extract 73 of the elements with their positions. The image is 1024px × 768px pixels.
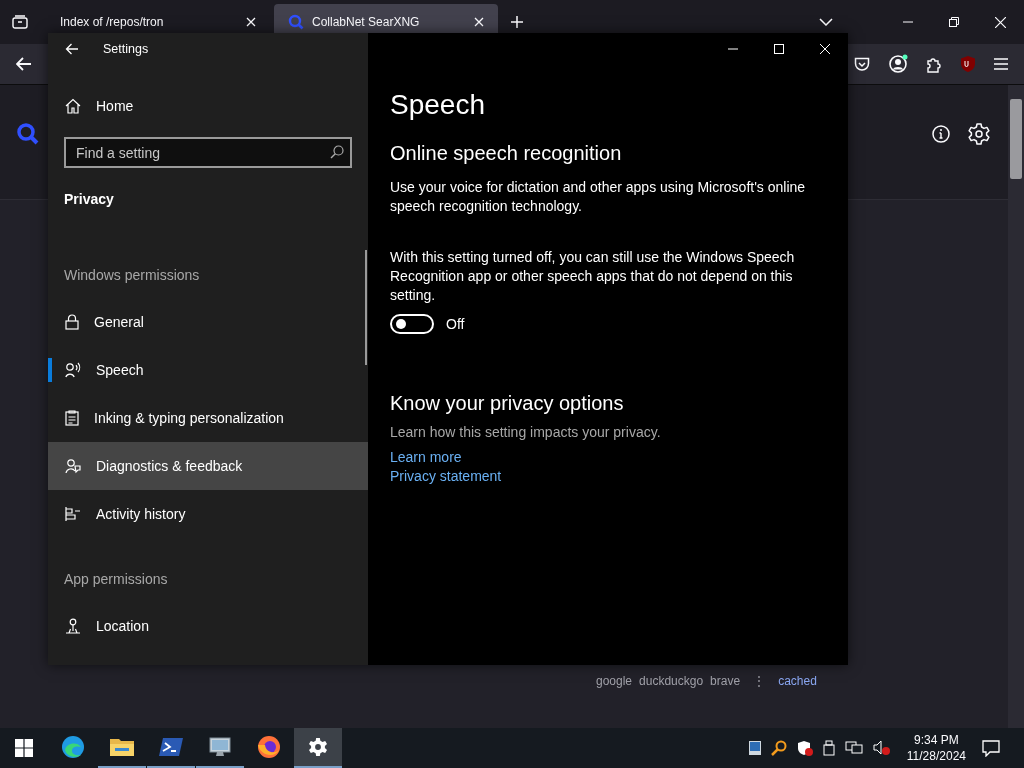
nav-item[interactable]: Speech [48,346,368,394]
description-text: Use your voice for dictation and other apps using Microsoft's online speech recognition technology. [390,178,807,216]
computer-icon [208,736,232,758]
back-arrow-icon[interactable] [65,43,79,55]
engine-label: google [596,674,633,688]
clipboard-icon [65,410,79,426]
nav-item[interactable]: Inking & typing personalization [48,394,368,442]
scrollbar[interactable] [1008,85,1024,728]
close-icon[interactable] [246,17,256,27]
network-icon[interactable] [844,741,863,755]
page-title: Speech [390,88,486,122]
terminal-icon [159,737,183,757]
nav-item[interactable]: General [48,298,368,346]
privacy-link[interactable]: Privacy statement [390,467,502,486]
cached-link[interactable]: cached [778,674,817,688]
start-icon[interactable] [15,739,33,757]
pocket-icon[interactable] [854,56,870,72]
search-icon [288,14,304,30]
clock-time[interactable]: 9:34 PM [914,732,959,748]
folder-icon [110,737,134,757]
shield-icon[interactable] [796,740,813,756]
taskbar-app[interactable] [294,728,342,768]
feedback-icon [65,458,81,474]
close-icon[interactable] [995,16,1006,28]
tab-list-icon[interactable] [12,15,28,29]
notification-icon[interactable] [982,739,1000,757]
usb-drive-icon[interactable] [822,740,835,756]
nav-item[interactable]: Diagnostics & feedback [48,442,368,490]
menu-icon[interactable] [994,58,1008,70]
location-icon [65,618,81,634]
browser-tab[interactable]: Index of /repos/tron [46,4,270,40]
puzzle-icon[interactable] [926,55,942,73]
group-header: App permissions [63,570,169,589]
description-text: With this setting turned off, you can still use the Windows Speech Recognition app or other speech apps that do not depend on this setting. [390,248,796,305]
lock-icon [65,314,79,330]
back-arrow-icon[interactable] [16,57,32,71]
speech-icon [65,362,81,378]
window-icon[interactable] [748,741,761,755]
close-icon[interactable] [820,44,830,54]
section-heading: Know your privacy options [390,391,625,416]
home-icon [65,98,81,114]
info-icon[interactable] [932,125,950,143]
timeline-icon [65,506,81,522]
restore-icon[interactable] [949,17,959,27]
search-icon[interactable] [770,740,787,756]
description-text: Learn how this setting impacts your privacy. [390,423,662,442]
section-heading: Online speech recognition [390,141,623,166]
maximize-icon[interactable] [774,44,784,54]
settings-icon [308,737,328,757]
search-field[interactable]: Find a setting [64,137,352,168]
group-header: Windows permissions [63,266,201,285]
more-text: ⋮ [753,674,766,688]
section-title: Privacy [63,190,115,209]
home-nav-item[interactable]: Home [48,82,368,130]
search-icon [330,145,344,159]
scrollbar[interactable] [365,250,367,365]
engine-label: duckduckgo [639,674,704,688]
window-title: Settings [103,42,149,56]
toggle-label: Off [446,316,465,332]
fox-icon [257,735,281,759]
clock-date[interactable]: 11/28/2024 [906,748,966,764]
chevron-down-icon[interactable] [819,18,833,26]
toggle-switch[interactable] [390,314,434,334]
nav-item[interactable]: Activity history [48,490,368,538]
settings-icon[interactable] [968,123,990,145]
engine-label: brave [710,674,741,688]
close-icon[interactable] [474,17,484,27]
wave-icon [61,735,85,759]
nav-item[interactable]: Location [48,602,368,650]
account-icon[interactable] [888,54,908,74]
muted-speaker-icon[interactable] [872,740,891,756]
privacy-link[interactable]: Learn more [390,448,462,467]
new-tab-icon[interactable] [510,15,524,29]
